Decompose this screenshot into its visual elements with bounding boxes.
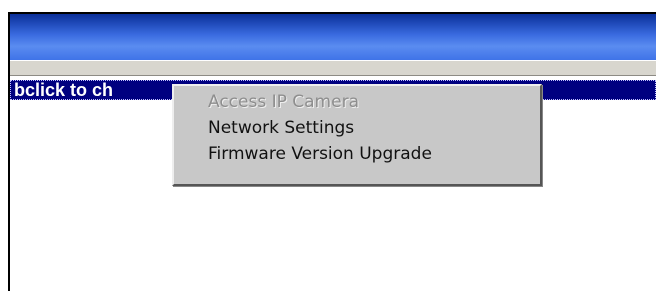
menu-item-firmware-upgrade[interactable]: Firmware Version Upgrade (208, 142, 432, 166)
menu-item-network-settings[interactable]: Network Settings (208, 116, 354, 140)
context-menu: Access IP Camera Network Settings Firmwa… (172, 84, 542, 186)
toolbar-strip (10, 60, 656, 76)
device-list-item-label: bclick to ch (14, 80, 114, 100)
window-titlebar[interactable] (10, 14, 656, 60)
menu-item-access-ip-camera: Access IP Camera (208, 92, 359, 112)
